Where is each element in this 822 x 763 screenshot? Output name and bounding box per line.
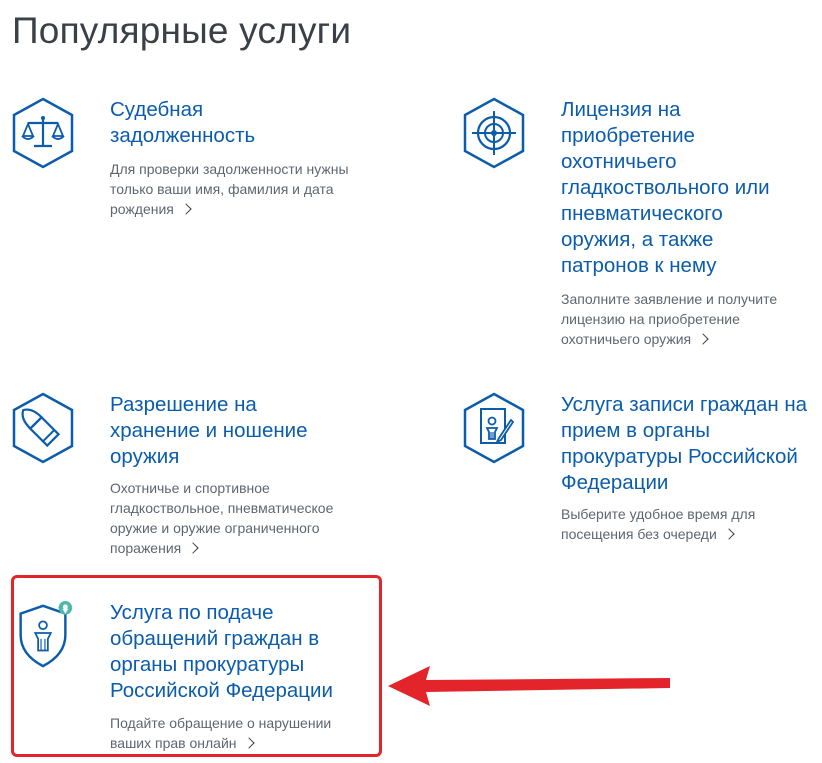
chevron-right-icon	[723, 528, 735, 540]
service-title[interactable]: Судебная задолженность	[110, 97, 340, 149]
service-description[interactable]: Для проверки задолженности нужны только …	[110, 159, 365, 219]
chevron-right-icon	[697, 333, 709, 345]
service-card-weapon-permit[interactable]: Разрешение на хранение и ношение оружия …	[10, 392, 390, 562]
bullet-icon	[12, 392, 74, 464]
crosshair-target-icon	[463, 97, 525, 169]
service-title[interactable]: Лицензия на приобретение охотничьего гла…	[561, 97, 801, 279]
service-card-prosecutor-appointment[interactable]: Услуга записи граждан на прием в органы …	[461, 392, 816, 552]
chevron-right-icon	[180, 203, 192, 215]
prosecutor-document-pen-icon	[463, 392, 525, 464]
service-title[interactable]: Разрешение на хранение и ношение оружия	[110, 392, 350, 470]
highlight-box	[11, 575, 382, 757]
scales-icon	[12, 97, 74, 169]
service-description[interactable]: Охотничье и спортивное гладкоствольное, …	[110, 478, 370, 558]
service-description[interactable]: Выберите удобное время для посещения без…	[561, 504, 801, 544]
service-description[interactable]: Заполните заявление и получите лицензию …	[561, 289, 801, 349]
service-card-court-debt[interactable]: Судебная задолженность Для проверки задо…	[10, 97, 390, 227]
service-title[interactable]: Услуга записи граждан на прием в органы …	[561, 392, 811, 496]
chevron-right-icon	[187, 542, 199, 554]
page-title: Популярные услуги	[12, 10, 352, 51]
service-card-hunting-license[interactable]: Лицензия на приобретение охотничьего гла…	[461, 97, 816, 357]
arrow-left-icon	[388, 666, 670, 706]
